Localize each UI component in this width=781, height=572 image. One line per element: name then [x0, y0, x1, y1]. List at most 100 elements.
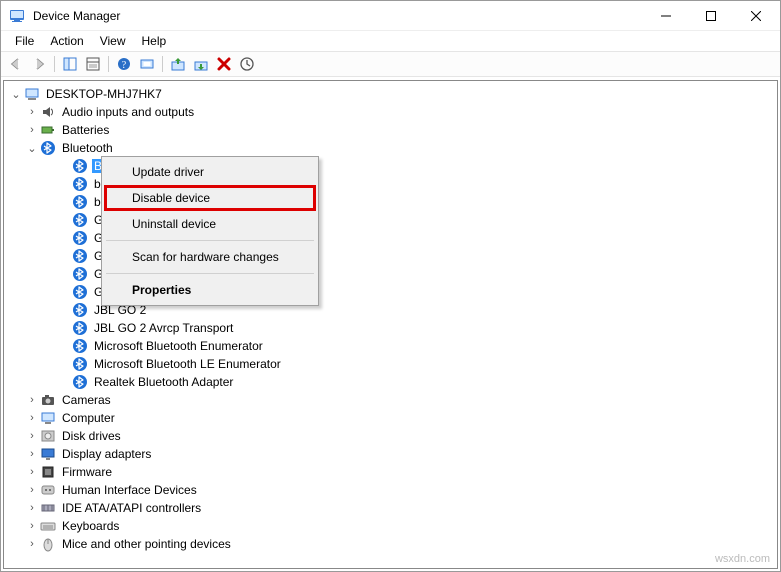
device-label: Microsoft Bluetooth Enumerator	[92, 339, 265, 353]
ctx-disable-device[interactable]: Disable device	[104, 185, 316, 211]
expander-icon[interactable]: ›	[24, 538, 40, 550]
ctx-uninstall-device[interactable]: Uninstall device	[104, 211, 316, 237]
category-label: Bluetooth	[60, 141, 115, 155]
tree-root[interactable]: ⌄DESKTOP-MHJ7HK7	[8, 85, 777, 103]
tree-category[interactable]: ›Batteries	[8, 121, 777, 139]
keyboard-icon	[40, 518, 56, 534]
expander-icon[interactable]: ›	[24, 412, 40, 424]
category-label: Disk drives	[60, 429, 123, 443]
tree-device[interactable]: Microsoft Bluetooth LE Enumerator	[8, 355, 777, 373]
menu-file[interactable]: File	[7, 32, 42, 50]
expander-icon[interactable]: ›	[24, 394, 40, 406]
mouse-icon	[40, 536, 56, 552]
device-label: Realtek Bluetooth Adapter	[92, 375, 235, 389]
expander-icon[interactable]: ›	[24, 466, 40, 478]
toolbar-sep	[162, 56, 163, 72]
category-label: Display adapters	[60, 447, 153, 461]
tree-category[interactable]: › Audio inputs and outputs	[8, 103, 777, 121]
menubar: File Action View Help	[1, 31, 780, 51]
speaker-icon	[40, 104, 56, 120]
display-icon	[40, 446, 56, 462]
bluetooth-icon	[72, 356, 88, 372]
close-button[interactable]	[733, 1, 778, 30]
forward-button[interactable]	[28, 53, 50, 75]
expander-icon[interactable]: ›	[24, 448, 40, 460]
firmware-icon	[40, 464, 56, 480]
category-label: Firmware	[60, 465, 114, 479]
bluetooth-icon	[72, 230, 88, 246]
expander-icon[interactable]: ›	[24, 502, 40, 514]
minimize-button[interactable]	[643, 1, 688, 30]
ctx-properties[interactable]: Properties	[104, 277, 316, 303]
category-label: Computer	[60, 411, 117, 425]
ctx-scan-hardware[interactable]: Scan for hardware changes	[104, 244, 316, 270]
bluetooth-icon	[72, 320, 88, 336]
tree-category[interactable]: › Display adapters	[8, 445, 777, 463]
app-icon	[9, 8, 25, 24]
category-label: Keyboards	[60, 519, 121, 533]
device-label: Microsoft Bluetooth LE Enumerator	[92, 357, 283, 371]
show-hide-tree-button[interactable]	[59, 53, 81, 75]
category-label: Mice and other pointing devices	[60, 537, 233, 551]
bluetooth-icon	[72, 248, 88, 264]
category-label: Human Interface Devices	[60, 483, 199, 497]
content-area: ⌄DESKTOP-MHJ7HK7 › Audio inputs and output…	[3, 80, 778, 569]
category-label: Audio inputs and outputs	[60, 105, 196, 119]
ctx-update-driver[interactable]: Update driver	[104, 159, 316, 185]
ctx-sep	[106, 273, 314, 274]
tree-device[interactable]: Realtek Bluetooth Adapter	[8, 373, 777, 391]
update-driver-button[interactable]	[167, 53, 189, 75]
expander-icon[interactable]: ›	[24, 520, 40, 532]
expander-icon[interactable]: ›	[24, 124, 40, 136]
menu-action[interactable]: Action	[42, 32, 91, 50]
tree-category[interactable]: › Human Interface Devices	[8, 481, 777, 499]
toolbar-sep	[108, 56, 109, 72]
tree-category[interactable]: ⌄ Bluetooth	[8, 139, 777, 157]
tree-category[interactable]: ›Cameras	[8, 391, 777, 409]
bluetooth-icon	[72, 194, 88, 210]
back-button[interactable]	[5, 53, 27, 75]
tree-category[interactable]: › Computer	[8, 409, 777, 427]
bluetooth-icon	[72, 302, 88, 318]
ide-icon	[40, 500, 56, 516]
svg-text:?: ?	[122, 60, 127, 71]
expander-icon[interactable]: ›	[24, 484, 40, 496]
bluetooth-icon	[40, 140, 56, 156]
tree-category[interactable]: › Disk drives	[8, 427, 777, 445]
tree-device[interactable]: Microsoft Bluetooth Enumerator	[8, 337, 777, 355]
bluetooth-icon	[72, 266, 88, 282]
bluetooth-icon	[72, 212, 88, 228]
device-tree[interactable]: ⌄DESKTOP-MHJ7HK7 › Audio inputs and output…	[4, 81, 777, 568]
maximize-button[interactable]	[688, 1, 733, 30]
camera-icon	[40, 392, 56, 408]
bluetooth-icon	[72, 158, 88, 174]
tree-category[interactable]: › Firmware	[8, 463, 777, 481]
tree-device[interactable]: JBL GO 2 Avrcp Transport	[8, 319, 777, 337]
bluetooth-icon	[72, 374, 88, 390]
bluetooth-icon	[72, 176, 88, 192]
menu-view[interactable]: View	[92, 32, 134, 50]
watermark: wsxdn.com	[715, 553, 770, 565]
tree-category[interactable]: › Keyboards	[8, 517, 777, 535]
expander-open-icon[interactable]: ⌄	[8, 88, 24, 101]
uninstall-button[interactable]	[213, 53, 235, 75]
context-menu: Update driver Disable device Uninstall d…	[101, 156, 319, 306]
computer-icon	[24, 86, 40, 102]
titlebar: Device Manager	[1, 1, 780, 31]
device-label: JBL GO 2 Avrcp Transport	[92, 321, 235, 335]
menu-help[interactable]: Help	[134, 32, 175, 50]
help-button[interactable]: ?	[113, 53, 135, 75]
properties-button[interactable]	[82, 53, 104, 75]
battery-icon	[40, 122, 56, 138]
show-hidden-button[interactable]	[236, 53, 258, 75]
tree-category[interactable]: ›IDE ATA/ATAPI controllers	[8, 499, 777, 517]
scan-button[interactable]	[136, 53, 158, 75]
ctx-sep	[106, 240, 314, 241]
window-title: Device Manager	[33, 9, 643, 23]
disable-button[interactable]	[190, 53, 212, 75]
bluetooth-icon	[72, 338, 88, 354]
tree-category[interactable]: › Mice and other pointing devices	[8, 535, 777, 553]
expander-icon[interactable]: ›	[24, 430, 40, 442]
expander-icon[interactable]: ›	[24, 106, 40, 118]
expander-icon[interactable]: ⌄	[24, 142, 40, 155]
